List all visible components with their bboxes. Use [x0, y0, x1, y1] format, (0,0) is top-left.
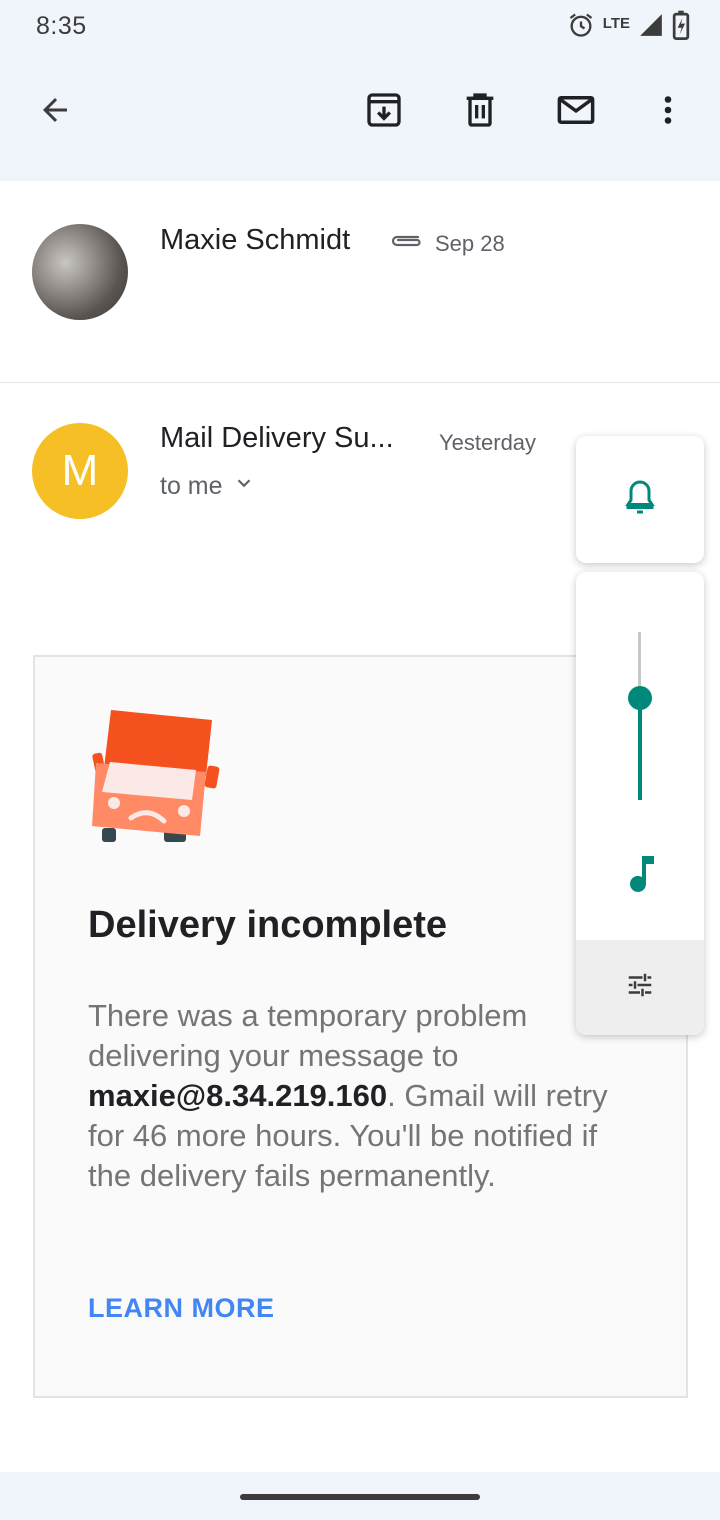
mark-unread-button[interactable] — [552, 88, 600, 136]
message-recipient-email: maxie@8.34.219.160 — [88, 1078, 388, 1113]
thread-sender-2: Mail Delivery Su... — [160, 422, 394, 454]
battery-charging-icon — [672, 10, 690, 45]
thread-sender-1: Maxie Schmidt — [160, 224, 351, 256]
back-button[interactable] — [31, 88, 79, 136]
volume-slider-thumb[interactable] — [628, 686, 652, 710]
sender-avatar-photo[interactable] — [32, 224, 128, 320]
message-body-before: There was a temporary problem delivering… — [88, 998, 528, 1073]
message-title: Delivery incomplete — [88, 904, 448, 946]
sound-settings-button[interactable] — [576, 940, 704, 1035]
volume-panel — [576, 572, 704, 1035]
sender-avatar-letter[interactable]: M — [32, 423, 128, 519]
status-time: 8:35 — [36, 12, 87, 40]
recipient-label: to me — [160, 472, 223, 500]
mark-unread-icon — [555, 89, 597, 136]
back-arrow-icon — [37, 92, 73, 133]
delete-icon — [460, 90, 500, 135]
chevron-down-icon — [233, 472, 255, 501]
toolbar — [0, 56, 720, 181]
tune-icon — [625, 970, 655, 1005]
thread-divider — [0, 382, 720, 383]
delete-button[interactable] — [456, 88, 504, 136]
message-body: There was a temporary problem delivering… — [88, 996, 648, 1196]
more-vert-icon — [650, 92, 686, 133]
archive-button[interactable] — [360, 88, 408, 136]
navigation-bar — [0, 1472, 720, 1520]
thread-date-2: Yesterday — [439, 430, 537, 455]
bell-icon — [622, 477, 658, 522]
attachment-icon — [388, 228, 426, 259]
status-bar: 8:35 LTE — [0, 0, 720, 56]
volume-level-fill — [638, 698, 642, 800]
lte-label: LTE — [602, 15, 630, 32]
lte-signal-icon — [638, 12, 664, 43]
home-gesture-handle[interactable] — [240, 1494, 480, 1500]
status-icons: LTE — [567, 10, 690, 45]
thread-date-1: Sep 28 — [435, 231, 505, 256]
delivery-truck-icon — [86, 708, 222, 849]
music-note-icon — [624, 854, 656, 899]
ringer-mode-button[interactable] — [576, 436, 704, 563]
archive-icon — [364, 90, 404, 135]
alarm-icon — [567, 11, 595, 44]
more-options-button[interactable] — [644, 88, 692, 136]
recipient-details-toggle[interactable]: to me — [160, 472, 255, 501]
learn-more-link[interactable]: LEARN MORE — [88, 1293, 275, 1324]
